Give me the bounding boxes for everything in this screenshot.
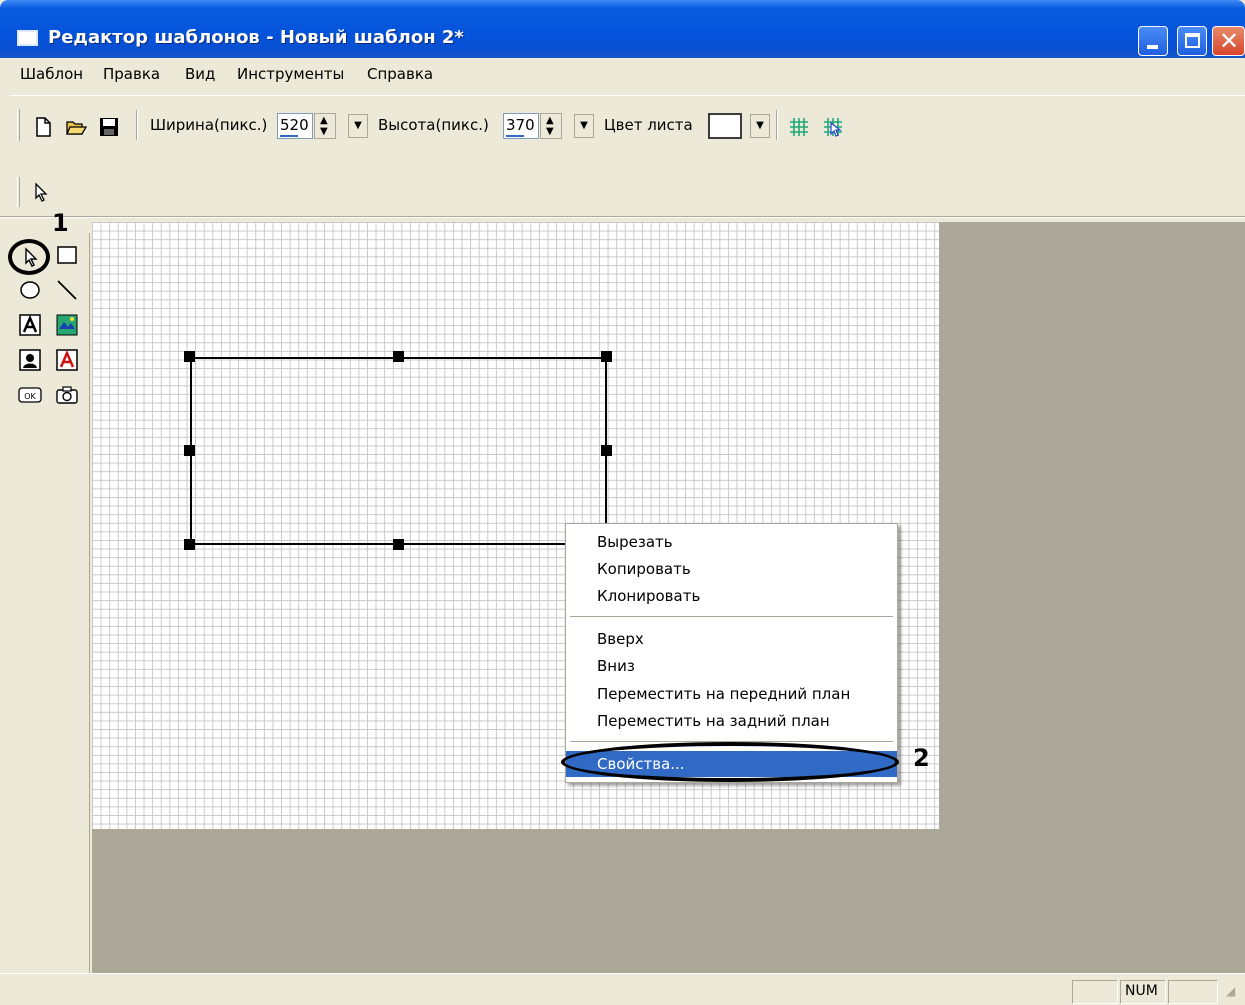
menu-edit[interactable]: Правка [103,65,160,83]
menu-view[interactable]: Вид [185,65,215,83]
save-icon[interactable] [98,116,120,138]
snap-to-grid-icon[interactable] [822,116,844,138]
resize-handle-top-right[interactable] [601,351,612,362]
menu-tools[interactable]: Инструменты [237,65,344,83]
menu-item-bring-to-front[interactable]: Переместить на передний план [566,681,897,707]
callout-ring-2 [561,742,899,782]
height-label: Высота(пикс.) [378,116,489,134]
resize-handle-top-left[interactable] [184,351,195,362]
status-pane-empty [1168,980,1218,1004]
ok-button-tool-icon[interactable]: OK [18,383,42,407]
window-title: Редактор шаблонов - Новый шаблон 2* [48,27,464,48]
close-icon: ✕ [1218,27,1240,55]
minimize-button[interactable] [1138,26,1168,56]
rectangle-tool-icon[interactable] [55,243,79,267]
select-pointer-icon[interactable] [18,245,42,269]
secondary-toolbar [10,165,70,213]
width-spinner[interactable]: ▲ ▼ [314,113,336,139]
line-tool-icon[interactable] [55,278,79,302]
width-input[interactable]: 520 [277,113,313,139]
status-pane-empty [1072,980,1118,1004]
menu-help[interactable]: Справка [367,65,433,83]
menu-separator [570,616,893,618]
resize-handle-bottom-left[interactable] [184,539,195,550]
sheet-color-dropdown-button[interactable]: ▼ [750,114,770,138]
height-dropdown-button[interactable]: ▼ [574,114,594,138]
resize-grip-icon[interactable]: ◢ [1226,984,1242,1002]
grid-toggle-icon[interactable] [788,116,810,138]
callout-1: 1 [52,209,69,237]
resize-handle-left[interactable] [184,445,195,456]
toolbar-grip[interactable] [17,109,20,141]
camera-tool-icon[interactable] [55,383,79,407]
width-dropdown-button[interactable]: ▼ [348,114,368,138]
status-pane-num: NUM [1120,980,1166,1004]
maximize-button[interactable] [1177,26,1207,56]
svg-text:OK: OK [24,392,36,401]
spin-down-icon[interactable]: ▼ [320,127,328,137]
title-bar[interactable]: Редактор шаблонов - Новый шаблон 2* ✕ [0,0,1245,58]
app-icon [17,30,38,46]
sheet-color-swatch[interactable] [708,113,742,139]
callout-2: 2 [913,744,930,772]
spin-up-icon[interactable]: ▲ [320,116,328,126]
resize-handle-top[interactable] [393,351,404,362]
menu-item-down[interactable]: Вниз [566,653,897,679]
dynamic-text-tool-icon[interactable] [55,348,79,372]
menu-item-up[interactable]: Вверх [566,626,897,652]
resize-handle-right[interactable] [601,445,612,456]
height-spinner[interactable]: ▲ ▼ [540,113,562,139]
open-folder-icon[interactable] [65,116,87,138]
toolbar-grip[interactable] [17,177,20,207]
sheet-color-label: Цвет листа [604,116,693,134]
height-value: 370 [506,116,535,134]
new-file-icon[interactable] [32,116,54,138]
menu-bar: Шаблон Правка Вид Инструменты Справка [0,58,1245,90]
image-tool-icon[interactable] [55,313,79,337]
menu-item-cut[interactable]: Вырезать [566,529,897,555]
spin-up-icon[interactable]: ▲ [546,116,554,126]
tool-palette: 1 OK [8,209,90,973]
text-tool-icon[interactable] [18,313,42,337]
width-value: 520 [280,116,309,134]
ellipse-tool-icon[interactable] [18,278,42,302]
height-input[interactable]: 370 [503,113,539,139]
spin-down-icon[interactable]: ▼ [546,127,554,137]
menu-item-send-to-back[interactable]: Переместить на задний план [566,708,897,734]
menu-template[interactable]: Шаблон [20,65,83,83]
maximize-icon [1185,33,1200,48]
selected-rectangle[interactable] [190,357,607,545]
minimize-icon [1147,45,1158,49]
width-label: Ширина(пикс.) [150,116,268,134]
close-button[interactable]: ✕ [1212,26,1245,56]
menu-item-copy[interactable]: Копировать [566,556,897,582]
main-toolbar: Ширина(пикс.) 520 ▲ ▼ ▼ Высота(пикс.) 37… [10,95,1245,159]
status-bar: NUM ◢ [0,973,1245,1005]
portrait-tool-icon[interactable] [18,348,42,372]
menu-item-clone[interactable]: Клонировать [566,583,897,609]
pointer-arrow-icon[interactable] [30,181,52,203]
resize-handle-bottom[interactable] [393,539,404,550]
